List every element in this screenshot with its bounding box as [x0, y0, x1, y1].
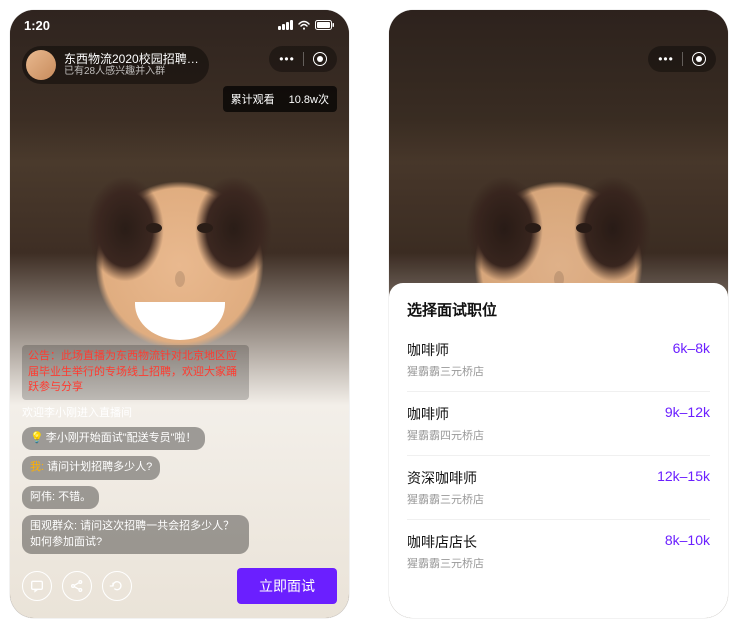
job-store: 猩霸霸四元桥店: [407, 427, 484, 443]
phone-job-sheet: ••• 选择面试职位 咖啡师 猩霸霸三元桥店 6k–8k 咖啡师 猩霸霸四元桥店…: [389, 10, 728, 618]
job-row[interactable]: 资深咖啡师 猩霸霸三元桥店 12k–15k: [407, 456, 710, 520]
stream-subtitle: 已有28人感兴趣并入群: [64, 66, 199, 78]
job-salary: 9k–12k: [665, 404, 710, 420]
status-indicators: [278, 20, 335, 30]
view-count-value: 10.8w次: [289, 91, 329, 107]
comment-feed[interactable]: 公告：此场直播为东西物流针对北京地区应届毕业生举行的专场线上招聘，欢迎大家踊跃参…: [22, 345, 249, 554]
comment-button[interactable]: [22, 571, 52, 601]
refresh-icon: [109, 578, 125, 594]
stream-title: 东西物流2020校园招聘…: [64, 52, 199, 66]
comment-enter: 欢迎李小刚进入直播间: [22, 406, 249, 421]
share-button[interactable]: [62, 571, 92, 601]
job-name: 咖啡师: [407, 404, 484, 424]
job-salary: 6k–8k: [673, 340, 710, 356]
job-selection-sheet: 选择面试职位 咖啡师 猩霸霸三元桥店 6k–8k 咖啡师 猩霸霸四元桥店 9k–…: [389, 283, 728, 618]
cellular-icon: [278, 20, 293, 30]
status-bar: 1:20: [10, 10, 349, 40]
more-icon[interactable]: •••: [658, 53, 674, 65]
battery-icon: [315, 20, 335, 30]
status-time: 1:20: [24, 18, 50, 33]
refresh-button[interactable]: [102, 571, 132, 601]
job-store: 猩霸霸三元桥店: [407, 363, 484, 379]
close-icon[interactable]: [692, 52, 706, 66]
job-row[interactable]: 咖啡师 猩霸霸四元桥店 9k–12k: [407, 392, 710, 456]
comment-user-b: 围观群众: 请问这次招聘一共会招多少人？如何参加面试?: [22, 515, 249, 554]
job-store: 猩霸霸三元桥店: [407, 555, 484, 571]
job-row[interactable]: 咖啡店店长 猩霸霸三元桥店 8k–10k: [407, 520, 710, 583]
job-name: 咖啡师: [407, 340, 484, 360]
phone-livestream: 1:20 东西物流2020校园招聘… 已有28人感兴趣并入群 ••• 累计观看 …: [10, 10, 349, 618]
job-row[interactable]: 咖啡师 猩霸霸三元桥店 6k–8k: [407, 328, 710, 392]
announcement: 公告：此场直播为东西物流针对北京地区应届毕业生举行的专场线上招聘，欢迎大家踊跃参…: [22, 345, 249, 399]
comment-user-a: 阿伟: 不错。: [22, 486, 249, 509]
comment-interview-start: 💡李小刚开始面试"配送专员"啦！: [22, 427, 249, 450]
interview-now-button[interactable]: 立即面试: [237, 568, 337, 604]
job-name: 资深咖啡师: [407, 468, 484, 488]
more-icon[interactable]: •••: [279, 53, 295, 65]
job-name: 咖啡店店长: [407, 532, 484, 552]
comment-self: 我: 请问计划招聘多少人?: [22, 456, 249, 479]
job-salary: 8k–10k: [665, 532, 710, 548]
view-count-badge: 累计观看 10.8w次: [223, 86, 337, 112]
chat-icon: [29, 578, 45, 594]
close-icon[interactable]: [313, 52, 327, 66]
share-icon: [69, 578, 85, 594]
job-salary: 12k–15k: [657, 468, 710, 484]
miniprogram-menu[interactable]: •••: [648, 46, 716, 72]
sheet-title: 选择面试职位: [407, 299, 710, 320]
wifi-icon: [297, 20, 311, 30]
stream-info-card[interactable]: 东西物流2020校园招聘… 已有28人感兴趣并入群: [22, 46, 209, 84]
bottom-toolbar: 立即面试: [22, 568, 337, 604]
streamer-avatar: [26, 50, 56, 80]
miniprogram-menu[interactable]: •••: [269, 46, 337, 72]
job-store: 猩霸霸三元桥店: [407, 491, 484, 507]
view-count-label: 累计观看: [231, 91, 275, 107]
